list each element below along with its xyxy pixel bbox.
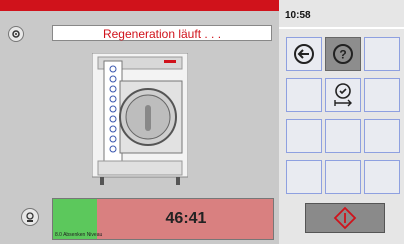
settings-gear-icon[interactable]: [8, 26, 24, 42]
grid-cell-empty: [286, 119, 322, 153]
hmi-screen: Regeneration läuft . . . 46:41 8.0 Absen…: [0, 0, 404, 244]
grid-cell-empty: [364, 119, 400, 153]
grid-cell-empty: [364, 37, 400, 71]
start-diamond-icon: [333, 206, 357, 230]
grid-cell-empty: [325, 119, 361, 153]
help-icon: ?: [333, 44, 353, 64]
timer-clock-icon: [334, 83, 352, 107]
reg-icon[interactable]: [21, 208, 39, 226]
grid-cell-empty: [286, 160, 322, 194]
start-button[interactable]: [305, 203, 385, 233]
grid-cell-empty: [325, 160, 361, 194]
main-panel: Regeneration läuft . . . 46:41 8.0 Absen…: [0, 0, 279, 244]
svg-text:?: ?: [339, 48, 346, 62]
control-panel: 10:58 ?: [279, 0, 404, 244]
divider: [279, 27, 404, 29]
help-button[interactable]: ?: [325, 37, 361, 71]
machine-illustration: [92, 53, 188, 185]
grid-cell-empty: [364, 160, 400, 194]
progress-panel: 46:41 8.0 Absenken Niveau: [52, 198, 274, 240]
step-label: 8.0 Absenken Niveau: [55, 232, 103, 238]
status-message: Regeneration läuft . . .: [52, 25, 272, 41]
back-button[interactable]: [286, 37, 322, 71]
top-red-bar: [0, 0, 279, 11]
clock: 10:58: [285, 10, 311, 21]
grid-cell-empty: [364, 78, 400, 112]
timer-button[interactable]: [325, 78, 361, 112]
time-remaining: 46:41: [165, 210, 207, 227]
back-arrow-icon: [294, 44, 314, 64]
grid-cell-empty: [286, 78, 322, 112]
